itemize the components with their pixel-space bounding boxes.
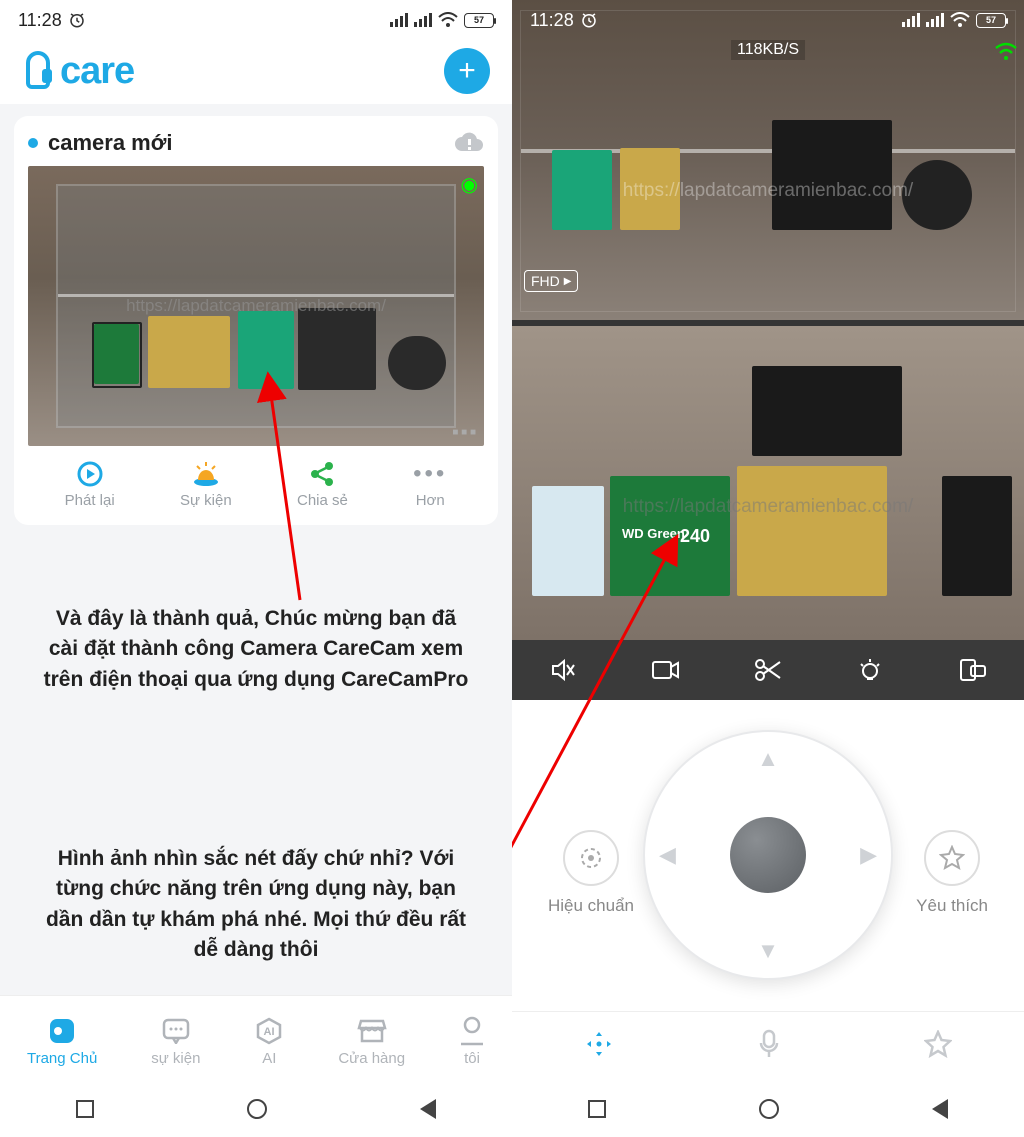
nav-home[interactable]: Trang Chủ [27,1016,97,1067]
annotation-text-1: Và đây là thành quả, Chúc mừng bạn đã cà… [40,604,472,695]
recents-key[interactable] [76,1100,94,1118]
product-label: WD Green [622,526,685,541]
ai-icon: AI [254,1016,284,1046]
signal-icon [414,13,432,27]
snapshot-button[interactable] [750,652,786,688]
add-camera-button[interactable]: + [444,48,490,94]
home-key[interactable] [759,1099,779,1119]
alarm-light-icon [193,460,219,488]
video-icon [651,658,681,682]
wifi-icon [438,12,458,28]
status-bar: 11:28 57 [512,0,1024,40]
back-key[interactable] [420,1099,436,1119]
scissors-icon [753,657,783,683]
phone-left-home: 11:28 57 care + camera m [0,0,512,1137]
app-header: care + [0,40,512,104]
profile-icon [459,1016,485,1046]
camera-card[interactable]: camera mới ◉ ■ ■ ■ https://lapdatcameram… [14,116,498,525]
star-icon [924,1030,952,1058]
watermark-text: https://lapdatcameramienbac.com/ [126,296,386,316]
ptz-left[interactable]: ◀ [659,842,676,868]
tab-ptz[interactable] [584,1029,614,1064]
star-icon [939,845,965,871]
app-logo: care [22,50,134,93]
video-feed-zoom: WD Green 240 [512,326,1024,640]
mute-button[interactable] [545,652,581,688]
signal-icon [390,13,408,27]
share-icon [309,460,335,488]
logo-text: care [60,50,134,93]
more-button[interactable]: ••• Hơn [413,460,447,509]
mute-icon [549,656,577,684]
logo-icon [22,51,56,91]
back-key[interactable] [932,1099,948,1119]
replay-icon [76,460,104,488]
move-icon [584,1029,614,1059]
mic-icon [758,1029,780,1059]
product-label: 240 [680,526,710,547]
watermark-text: https://lapdatcameramienbac.com/ [623,496,913,518]
wifi-icon [950,12,970,28]
recents-key[interactable] [588,1100,606,1118]
event-button[interactable]: Sự kiện [180,460,232,509]
wifi-strength-icon [994,42,1018,62]
nav-me[interactable]: tôi [459,1016,485,1067]
nav-store[interactable]: Cửa hàng [338,1016,405,1067]
chat-icon [161,1018,191,1044]
record-button[interactable] [648,652,684,688]
home-icon [47,1016,77,1046]
battery-icon: 57 [976,13,1006,28]
resolution-button[interactable]: FHD▶ [524,270,578,292]
fullscreen-button[interactable] [955,652,991,688]
nav-event[interactable]: sự kiện [151,1016,200,1067]
tab-favorite[interactable] [924,1030,952,1063]
status-bar: 11:28 57 [0,0,512,40]
status-time: 11:28 [18,10,62,31]
ptz-controls: Hiệu chuẩn Yêu thích ▲ ▼ ◀ ▶ [512,700,1024,1011]
more-icon: ••• [413,460,447,488]
bulb-icon [856,656,884,684]
nav-ai[interactable]: AI AI [254,1016,284,1067]
status-dot-icon [28,138,38,148]
svg-text:AI: AI [264,1026,275,1038]
store-icon [357,1017,387,1045]
camera-preview[interactable]: ◉ ■ ■ ■ https://lapdatcameramienbac.com/ [28,166,484,446]
ptz-down[interactable]: ▼ [757,938,779,964]
status-time: 11:28 [530,10,574,31]
bottom-nav: Trang Chủ sự kiện AI AI Cửa hàng tôi [0,995,512,1081]
rotate-icon [959,658,987,682]
calibrate-icon [577,844,605,872]
bottom-tabs [512,1011,1024,1081]
bitrate-label: 118KB/S [731,40,805,60]
wifi-signal-icon: ◉ [461,172,478,197]
camera-name: camera mới [48,130,173,156]
ptz-up[interactable]: ▲ [757,746,779,772]
live-video-area[interactable]: WD Green 240 118KB/S FHD▶ https://lapdat… [512,0,1024,640]
ptz-center[interactable] [730,817,806,893]
calibrate-button[interactable]: Hiệu chuẩn [548,830,634,916]
video-toolbar [512,640,1024,700]
alarm-icon [580,11,598,29]
watermark-text: https://lapdatcameramienbac.com/ [623,180,913,202]
ptz-joystick[interactable]: ▲ ▼ ◀ ▶ [643,730,893,980]
signal-icon [902,13,920,27]
share-button[interactable]: Chia sẻ [297,460,348,509]
android-nav-keys [0,1081,512,1137]
signal-icon [926,13,944,27]
phone-right-liveview: 11:28 57 WD Green 240 118KB/S FHD▶ [512,0,1024,1137]
battery-icon: 57 [464,13,494,28]
android-nav-keys [512,1081,1024,1137]
favorite-button[interactable]: Yêu thích [916,830,988,916]
cloud-alert-icon[interactable] [454,131,484,155]
ptz-right[interactable]: ▶ [860,842,877,868]
annotation-text-2: Hình ảnh nhìn sắc nét đấy chứ nhỉ? Với t… [40,844,472,966]
replay-button[interactable]: Phát lại [65,460,115,509]
tab-talk[interactable] [758,1029,780,1064]
home-key[interactable] [247,1099,267,1119]
alarm-icon [68,11,86,29]
light-button[interactable] [852,652,888,688]
